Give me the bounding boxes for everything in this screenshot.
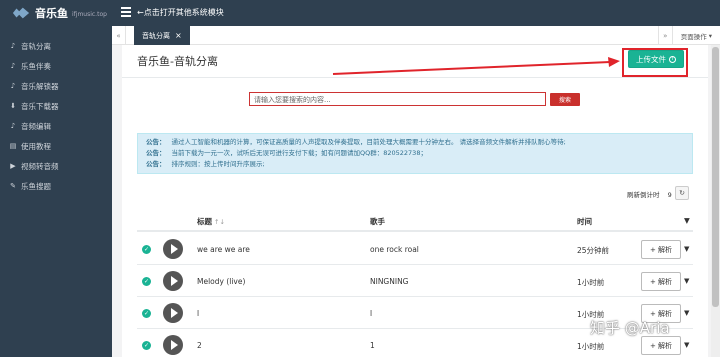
sidebar-item-music-downloader[interactable]: ⬇ 音乐下载器: [0, 96, 112, 116]
sidebar: ♪ 音轨分离 ♪ 乐鱼伴奏 ♪ 音乐解锁器 ⬇ 音乐下载器 ♪ 音频编辑 ▤ 使用教程 ▶ 视…: [0, 26, 112, 357]
row-title: l: [197, 309, 200, 318]
play-button[interactable]: [163, 271, 183, 291]
chevron-down-icon[interactable]: ▼: [684, 309, 689, 317]
check-icon: ✓: [142, 309, 151, 318]
row-title: we are we are: [197, 245, 250, 254]
chevron-down-icon[interactable]: ▼: [684, 216, 690, 225]
sidebar-item-audio-editor[interactable]: ♪ 音频编辑: [0, 116, 112, 136]
header-singer: 歌手: [370, 217, 385, 226]
sidebar-item-label: 音轨分离: [21, 41, 51, 51]
music-note-icon: ♪: [10, 82, 16, 90]
notice-text: 通过人工智能和机器的计算，可保证高质量的人声提取及伴奏提取，目前处理大概需要十分…: [171, 138, 566, 146]
music-note-icon: ♪: [10, 62, 16, 70]
logo[interactable]: 音乐鱼 ifjmusic.top: [0, 0, 110, 26]
row-title: 2: [197, 341, 202, 350]
sidebar-item-label: 乐鱼伴奏: [21, 61, 51, 71]
chevron-down-icon: ▾: [708, 31, 712, 40]
notice-line: 公告： 当前下载为一元一次，试听后无误可进行支付下载；如有问题请加QQ群：8205…: [146, 148, 684, 159]
sidebar-item-tutorial[interactable]: ▤ 使用教程: [0, 136, 112, 156]
sidebar-item-label: 视频转音频: [21, 161, 59, 171]
scrollbar[interactable]: [711, 45, 720, 357]
close-icon[interactable]: ×: [175, 31, 182, 40]
music-note-icon: ♪: [10, 122, 16, 130]
download-icon: ⬇: [10, 102, 16, 110]
check-icon: ✓: [142, 245, 151, 254]
table-header: 标题 ↑↓ 歌手 时间 ▼: [137, 210, 693, 232]
refresh-label: 刷新倒计时: [627, 191, 660, 199]
tab-audio-separation[interactable]: 音轨分离 ×: [134, 26, 190, 45]
play-button[interactable]: [163, 239, 183, 259]
table-row: ✓ we are we are one rock roal 25分钟前 + 解析…: [137, 235, 693, 265]
row-singer: l: [370, 309, 373, 318]
tabs-scroll-right-icon[interactable]: »: [657, 26, 672, 45]
header-title-label: 标题: [197, 217, 212, 226]
row-singer: one rock roal: [370, 245, 419, 254]
play-button[interactable]: [163, 303, 183, 323]
header-title[interactable]: 标题 ↑↓: [197, 216, 225, 227]
sidebar-item-label: 音频编辑: [21, 121, 51, 131]
parse-button[interactable]: + 解析: [641, 336, 681, 355]
header-time: 时间: [577, 217, 592, 226]
sidebar-item-label: 音乐下载器: [21, 101, 59, 111]
refresh-count: 9: [667, 191, 672, 199]
row-title: Melody (live): [197, 277, 246, 286]
sidebar-item-video-to-audio[interactable]: ▶ 视频转音频: [0, 156, 112, 176]
logo-subtitle: ifjmusic.top: [72, 11, 107, 18]
row-singer: 1: [370, 341, 375, 350]
refresh-countdown: 刷新倒计时 9: [627, 189, 672, 199]
chevron-down-icon[interactable]: ▼: [684, 341, 689, 349]
pencil-icon: ✎: [10, 182, 16, 190]
page-title: 音乐鱼-音轨分离: [137, 55, 218, 68]
logo-title: 音乐鱼: [35, 7, 68, 20]
notice-line: 公告： 通过人工智能和机器的计算，可保证高质量的人声提取及伴奏提取，目前处理大概需…: [146, 137, 684, 148]
music-note-icon: ♪: [10, 42, 16, 50]
notice-text: 排序规则：按上传时间升序展示;: [171, 160, 265, 168]
fish-logo-icon: [12, 7, 30, 19]
sidebar-item-label: 使用教程: [21, 141, 51, 151]
top-bar: 音乐鱼 ifjmusic.top ←点击打开其他系统模块: [0, 0, 720, 26]
annotation-highlight-box: [622, 48, 688, 77]
header-hint[interactable]: ←点击打开其他系统模块: [137, 7, 224, 18]
page-operations-dropdown[interactable]: 页面操作 ▾: [671, 26, 720, 45]
parse-button[interactable]: + 解析: [641, 272, 681, 291]
divider: [122, 77, 708, 78]
notice-text: 当前下载为一元一次，试听后无误可进行支付下载；如有问题请加QQ群：8205227…: [171, 149, 427, 157]
sidebar-item-question-search[interactable]: ✎ 乐鱼搜题: [0, 176, 112, 196]
notice-label: 公告：: [146, 138, 166, 146]
chevron-down-icon[interactable]: ▼: [684, 277, 689, 285]
notice-label: 公告：: [146, 160, 166, 168]
search-button[interactable]: 搜索: [550, 93, 580, 106]
sidebar-item-audio-separation[interactable]: ♪ 音轨分离: [0, 36, 112, 56]
main-card: 音乐鱼-音轨分离 上传文件 ↑ 请输入您要搜索的内容... 搜索 公告： 通过人工…: [122, 45, 708, 357]
play-button[interactable]: [163, 335, 183, 355]
tab-label: 音轨分离: [142, 31, 170, 40]
parse-button[interactable]: + 解析: [641, 240, 681, 259]
row-time: 25分钟前: [577, 246, 610, 255]
tabs-scroll-left-icon[interactable]: «: [112, 26, 126, 45]
search-input[interactable]: 请输入您要搜索的内容...: [249, 92, 546, 106]
sidebar-item-label: 乐鱼搜题: [21, 181, 51, 191]
menu-toggle-icon[interactable]: [121, 7, 131, 19]
tabs-bar: « 音轨分离 × » 页面操作 ▾: [112, 26, 720, 45]
book-icon: ▤: [9, 142, 17, 150]
page-ops-label: 页面操作: [680, 32, 707, 41]
sidebar-item-accompaniment[interactable]: ♪ 乐鱼伴奏: [0, 56, 112, 76]
chevron-down-icon[interactable]: ▼: [684, 245, 689, 253]
refresh-icon[interactable]: ↻: [675, 186, 689, 200]
sidebar-item-music-unlocker[interactable]: ♪ 音乐解锁器: [0, 76, 112, 96]
watermark: 知乎 @Aria: [590, 319, 670, 337]
check-icon: ✓: [142, 277, 151, 286]
row-time: 1小时前: [577, 342, 605, 351]
video-icon: ▶: [10, 162, 16, 170]
sort-icon[interactable]: ↑↓: [214, 218, 225, 226]
notice-line: 公告： 排序规则：按上传时间升序展示;: [146, 159, 684, 170]
sidebar-item-label: 音乐解锁器: [21, 81, 59, 91]
row-time: 1小时前: [577, 278, 605, 287]
check-icon: ✓: [142, 341, 151, 350]
table-row: ✓ Melody (live) NINGNING 1小时前 + 解析 ▼: [137, 267, 693, 297]
notice-box: 公告： 通过人工智能和机器的计算，可保证高质量的人声提取及伴奏提取，目前处理大概需…: [137, 133, 693, 174]
scroll-thumb[interactable]: [712, 47, 719, 307]
notice-label: 公告：: [146, 149, 166, 157]
row-singer: NINGNING: [370, 277, 409, 286]
